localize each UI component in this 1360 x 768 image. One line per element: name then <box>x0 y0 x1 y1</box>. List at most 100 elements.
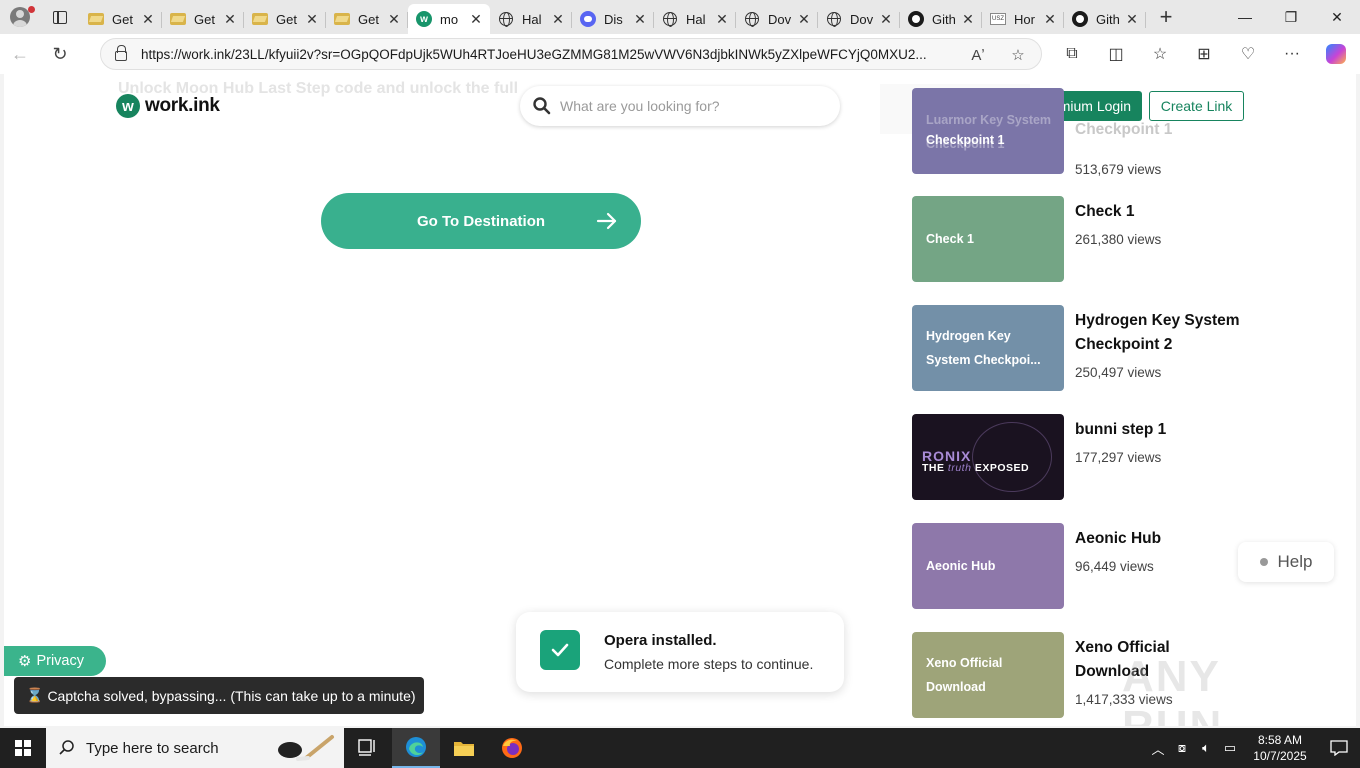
file-explorer-button[interactable] <box>440 728 488 768</box>
lock-icon[interactable] <box>101 45 141 61</box>
card-views: 96,449 views <box>1075 559 1154 574</box>
meet-now-icon[interactable]: ⧇ <box>1170 740 1194 756</box>
search-input[interactable] <box>560 98 820 114</box>
more-menu-icon[interactable]: ··· <box>1270 34 1314 74</box>
logo-mark-icon: w <box>116 94 140 118</box>
address-bar[interactable]: https://work.ink/23LL/kfyuii2v?sr=OGpQOF… <box>100 38 1042 70</box>
favorites-icon[interactable]: ☆ <box>1138 34 1182 74</box>
github-favicon-icon <box>908 11 924 27</box>
tab-close-icon[interactable]: ✕ <box>714 11 730 28</box>
tab-active[interactable]: w mo ✕ <box>408 4 490 34</box>
tab-title: mo <box>440 11 459 27</box>
tab[interactable]: Get ✕ <box>162 4 244 34</box>
card-thumbnail[interactable]: Hydrogen Key System Checkpoi... <box>912 305 1064 391</box>
performance-icon[interactable]: ♡ <box>1226 34 1270 74</box>
privacy-button[interactable]: ⚙ Privacy <box>4 646 106 676</box>
tab-title: Get <box>276 11 297 27</box>
copilot-button[interactable] <box>1314 34 1358 74</box>
notification-icon <box>1330 740 1348 756</box>
tab[interactable]: Dov ✕ <box>736 4 818 34</box>
card-thumbnail[interactable]: Aeonic Hub <box>912 523 1064 609</box>
tab-actions-button[interactable] <box>40 0 80 34</box>
anyrun-watermark: ANY RUN <box>1122 652 1322 726</box>
arrow-right-icon <box>596 212 617 230</box>
discord-favicon-icon <box>580 11 596 27</box>
notifications-button[interactable] <box>1318 740 1360 756</box>
tab-title: Gith <box>932 11 956 27</box>
tab-close-icon[interactable]: ✕ <box>468 11 484 28</box>
tab-title: Hal <box>522 11 542 27</box>
favorite-star-icon[interactable]: ☆ <box>1007 44 1029 66</box>
tab-close-icon[interactable]: ✕ <box>1124 11 1140 28</box>
tab-close-icon[interactable]: ✕ <box>386 11 402 28</box>
tab-close-icon[interactable]: ✕ <box>796 11 812 28</box>
sidebar-card[interactable]: Check 1 Check 1 261,380 views <box>912 196 1242 282</box>
close-window-button[interactable]: ✕ <box>1314 0 1360 34</box>
tab[interactable]: Dov ✕ <box>818 4 900 34</box>
card-title[interactable]: bunni step 1 <box>1075 418 1245 442</box>
help-button[interactable]: Help <box>1238 542 1334 582</box>
refresh-button[interactable]: ↻ <box>40 34 80 74</box>
tab-close-icon[interactable]: ✕ <box>140 11 156 28</box>
folder-favicon-icon <box>170 11 186 27</box>
taskbar-search[interactable]: Type here to search <box>46 728 344 768</box>
profile-button[interactable] <box>0 0 40 34</box>
sidebar-card[interactable]: RONIX THE truth EXPOSED bunni step 1 177… <box>912 414 1242 500</box>
tab-title: Dov <box>850 11 874 27</box>
card-title[interactable]: Aeonic Hub <box>1075 527 1245 551</box>
tab-actions-icon <box>53 10 67 24</box>
tab[interactable]: Gith ✕ <box>900 4 982 34</box>
card-title[interactable]: Hydrogen Key System Checkpoint 2 <box>1075 309 1245 357</box>
edge-taskbar-button[interactable] <box>392 728 440 768</box>
start-button[interactable] <box>0 728 46 768</box>
tab[interactable]: Get ✕ <box>326 4 408 34</box>
card-title[interactable]: Checkpoint 1 <box>1075 118 1245 142</box>
network-icon[interactable]: ▭ <box>1218 740 1242 756</box>
task-view-button[interactable] <box>344 728 392 768</box>
volume-icon[interactable]: 🔈︎ <box>1194 740 1218 756</box>
clock[interactable]: 8:58 AM 10/7/2025 <box>1242 732 1318 764</box>
tab-close-icon[interactable]: ✕ <box>222 11 238 28</box>
card-thumbnail[interactable]: Xeno Official Download <box>912 632 1064 718</box>
tab-title: Get <box>358 11 379 27</box>
tab[interactable]: Dis ✕ <box>572 4 654 34</box>
card-thumbnail[interactable]: Check 1 <box>912 196 1064 282</box>
tab[interactable]: Get ✕ <box>244 4 326 34</box>
tab-close-icon[interactable]: ✕ <box>960 11 976 28</box>
clock-time: 8:58 AM <box>1257 733 1303 747</box>
taskbar-search-text: Type here to search <box>86 739 219 757</box>
url-text[interactable]: https://work.ink/23LL/kfyuii2v?sr=OGpQOF… <box>141 47 951 62</box>
go-to-destination-button[interactable]: Go To Destination <box>321 193 641 249</box>
card-thumbnail[interactable]: RONIX THE truth EXPOSED <box>912 414 1064 500</box>
help-label: Help <box>1277 552 1313 571</box>
sidebar-card[interactable]: Hydrogen Key System Checkpoi... Hydrogen… <box>912 305 1242 391</box>
card-title[interactable]: Check 1 <box>1075 200 1245 224</box>
back-button[interactable]: ← <box>0 34 40 74</box>
go-to-destination-label: Go To Destination <box>416 212 546 230</box>
tab[interactable]: Hal ✕ <box>490 4 572 34</box>
chevron-up-icon[interactable]: ︿ <box>1146 739 1170 758</box>
card-thumbnail[interactable]: Luarmor Key System Checkpoint 1 Checkpoin… <box>912 88 1064 174</box>
windows-logo-icon <box>15 740 31 756</box>
restore-button[interactable]: ❐ <box>1268 0 1314 34</box>
tab[interactable]: Get ✕ <box>80 4 162 34</box>
tab[interactable]: Gith ✕ <box>1064 4 1146 34</box>
split-screen-icon[interactable]: ◫ <box>1094 34 1138 74</box>
new-tab-button[interactable]: + <box>1146 0 1186 34</box>
tab-close-icon[interactable]: ✕ <box>304 11 320 28</box>
site-search[interactable] <box>520 86 840 126</box>
site-logo[interactable]: w work.ink <box>116 94 220 118</box>
extensions-icon[interactable]: ⧉ <box>1050 34 1094 74</box>
tab[interactable]: Hal ✕ <box>654 4 736 34</box>
tab-close-icon[interactable]: ✕ <box>632 11 648 28</box>
collections-icon[interactable]: ⊞ <box>1182 34 1226 74</box>
tab[interactable]: USZ Hor ✕ <box>982 4 1064 34</box>
minimize-button[interactable]: — <box>1222 0 1268 34</box>
sidebar-card[interactable]: Aeonic Hub Aeonic Hub 96,449 views <box>912 523 1242 609</box>
tab-close-icon[interactable]: ✕ <box>1042 11 1058 28</box>
sidebar-card[interactable]: Luarmor Key System Checkpoint 1 Checkpoin… <box>912 88 1245 177</box>
firefox-button[interactable] <box>488 728 536 768</box>
read-aloud-icon[interactable]: Aʼ <box>967 44 989 66</box>
tab-close-icon[interactable]: ✕ <box>550 11 566 28</box>
tab-close-icon[interactable]: ✕ <box>878 11 894 28</box>
